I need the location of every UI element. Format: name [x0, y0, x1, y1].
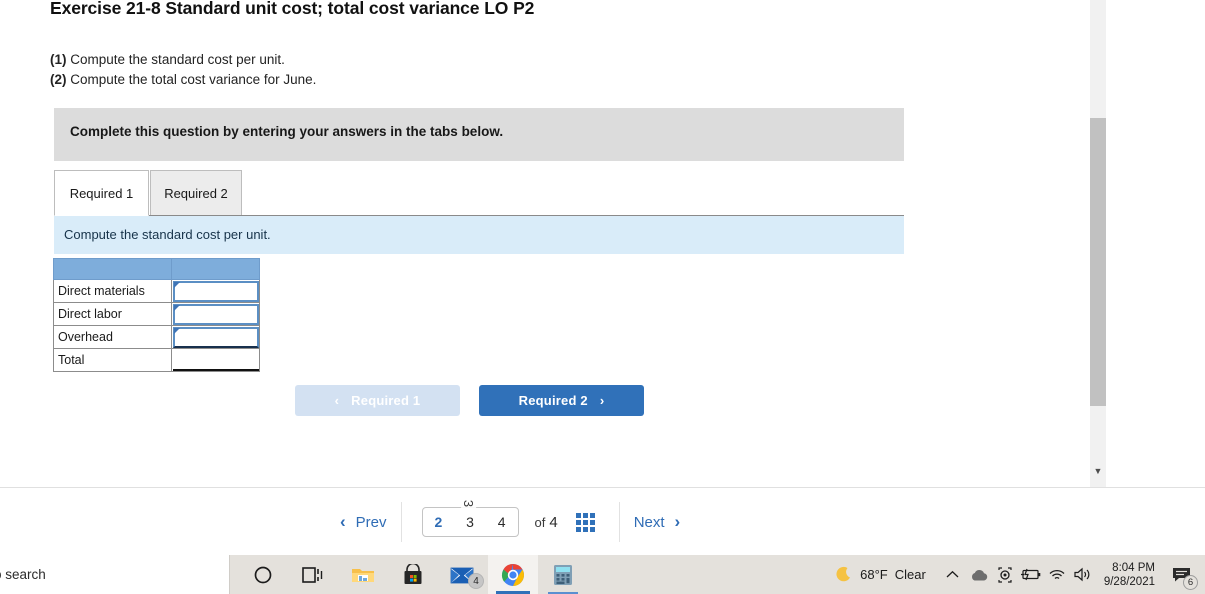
task-view-icon[interactable]	[288, 555, 338, 594]
required-2-next-label: Required 2	[518, 393, 588, 408]
pagination-divider	[400, 502, 402, 542]
windows-taskbar: o search	[0, 555, 1205, 594]
vertical-scrollbar[interactable]: ▼	[1090, 0, 1106, 487]
clock-widget[interactable]: 8:04 PM 9/28/2021	[1104, 561, 1155, 589]
page-number-2[interactable]: 2	[434, 514, 442, 530]
weather-widget[interactable]: 68°F Clear	[835, 566, 926, 584]
mail-icon[interactable]: 4	[438, 555, 488, 594]
instruction-banner-text: Complete this question by entering your …	[70, 124, 504, 139]
instruction-banner: Complete this question by entering your …	[54, 108, 904, 161]
prev-page-button[interactable]: ‹ Prev	[340, 512, 387, 532]
calculator-icon[interactable]	[538, 555, 588, 594]
total-value	[172, 349, 259, 371]
page-title: Exercise 21-8 Standard unit cost; total …	[50, 0, 535, 18]
exercise-content-area: Exercise 21-8 Standard unit cost; total …	[0, 0, 1106, 487]
cell-marker-icon	[173, 304, 180, 311]
onedrive-cloud-icon[interactable]	[966, 555, 992, 594]
tab-required-1-label: Required 1	[69, 185, 134, 201]
next-page-button[interactable]: Next ›	[634, 512, 681, 532]
tab-required-1[interactable]: Required 1	[54, 170, 149, 216]
tab-prompt-bar: Compute the standard cost per unit.	[54, 216, 904, 254]
scrollbar-thumb[interactable]	[1090, 118, 1106, 406]
chevron-right-icon: ›	[674, 512, 681, 531]
row-input-cell-direct-labor[interactable]	[171, 302, 260, 326]
taskbar-icons: 4	[238, 555, 588, 594]
table-row: Overhead	[53, 325, 260, 349]
battery-icon[interactable]	[1018, 555, 1044, 594]
weather-temperature: 68°F	[860, 567, 888, 582]
show-hidden-icons-chevron-icon[interactable]	[940, 555, 966, 594]
table-header-value-cell	[171, 258, 260, 280]
direct-labor-input[interactable]	[172, 303, 259, 325]
tab-prompt-text: Compute the standard cost per unit.	[64, 227, 271, 242]
row-input-cell-direct-materials[interactable]	[171, 279, 260, 303]
requirement-1-line: (1) Compute the standard cost per unit.	[50, 50, 316, 70]
wifi-icon[interactable]	[1044, 555, 1070, 594]
table-row: Direct labor	[53, 302, 260, 326]
tab-required-2[interactable]: Required 2	[150, 170, 242, 216]
requirement-2-number: (2)	[50, 72, 67, 87]
taskbar-search-box[interactable]: o search	[0, 555, 230, 594]
answer-table: Direct materials Direct labor Overhead T…	[53, 258, 260, 372]
mail-badge-count: 4	[468, 573, 484, 589]
requirement-1-text: Compute the standard cost per unit.	[70, 52, 285, 67]
required-1-prev-label: Required 1	[351, 393, 421, 408]
total-pages: 4	[549, 513, 558, 531]
system-tray: 68°F Clear 8:04 PM 9/28/2021 6	[835, 555, 1199, 594]
google-chrome-icon[interactable]	[488, 555, 538, 594]
table-row: Direct materials	[53, 279, 260, 303]
taskbar-search-placeholder: o search	[0, 567, 46, 582]
page-number-selector[interactable]: 2 3 4 3	[421, 498, 519, 537]
row-label-overhead: Overhead	[53, 325, 172, 349]
notification-badge-count: 6	[1183, 575, 1198, 590]
chevron-left-icon: ‹	[340, 512, 346, 531]
pagination-divider	[618, 502, 620, 542]
screen-root: :21 Exercise 21-8 Standard unit cost; to…	[0, 0, 1205, 594]
requirements-list: (1) Compute the standard cost per unit. …	[50, 50, 316, 90]
pagination-controls: ‹ Prev 2 3 4 3 of 4 Next ›	[340, 488, 680, 556]
page-total-label: of 4	[535, 514, 558, 531]
required-2-next-button[interactable]: Required 2 ›	[479, 385, 644, 416]
of-label: of	[534, 514, 546, 530]
row-label-direct-labor: Direct labor	[53, 302, 172, 326]
page-number-box[interactable]: 2 3 4	[421, 507, 519, 537]
table-header-label-cell	[53, 258, 172, 280]
cell-marker-icon	[173, 281, 180, 288]
tab-required-2-label: Required 2	[164, 185, 228, 201]
scroll-down-arrow-icon[interactable]: ▼	[1090, 463, 1106, 479]
row-input-cell-overhead[interactable]	[171, 325, 260, 349]
requirement-2-line: (2) Compute the total cost variance for …	[50, 70, 316, 90]
row-label-direct-materials: Direct materials	[53, 279, 172, 303]
page-number-overflow-label: 3	[460, 498, 476, 509]
direct-materials-input[interactable]	[172, 280, 259, 302]
requirement-1-number: (1)	[50, 52, 67, 67]
cortana-icon[interactable]	[238, 555, 288, 594]
grid-view-icon[interactable]	[575, 512, 595, 532]
overhead-input[interactable]	[172, 326, 259, 348]
page-number-3[interactable]: 3	[466, 514, 474, 530]
requirement-2-text: Compute the total cost variance for June…	[70, 72, 317, 87]
prev-page-label: Prev	[355, 513, 387, 531]
chevron-right-icon: ›	[599, 393, 605, 408]
page-number-4[interactable]: 4	[498, 514, 506, 530]
row-label-total: Total	[53, 348, 172, 372]
file-explorer-icon[interactable]	[338, 555, 388, 594]
clock-time: 8:04 PM	[1112, 561, 1155, 574]
pagination-bar: ‹ Prev 2 3 4 3 of 4 Next ›	[0, 487, 1205, 555]
clock-date: 9/28/2021	[1103, 575, 1155, 588]
chevron-left-icon: ‹	[334, 393, 340, 408]
microsoft-store-icon[interactable]	[388, 555, 438, 594]
table-header-row	[53, 258, 260, 280]
right-gutter	[1106, 0, 1205, 487]
row-input-cell-total	[171, 348, 260, 372]
moon-icon	[836, 566, 851, 581]
speaker-volume-icon[interactable]	[1070, 555, 1096, 594]
weather-condition: Clear	[894, 567, 926, 582]
notification-center-button[interactable]: 6	[1165, 555, 1199, 594]
required-1-prev-button[interactable]: ‹ Required 1	[295, 385, 460, 416]
table-row: Total	[53, 348, 260, 372]
webcam-icon[interactable]	[992, 555, 1018, 594]
next-page-label: Next	[633, 513, 665, 531]
cell-marker-icon	[173, 327, 180, 334]
